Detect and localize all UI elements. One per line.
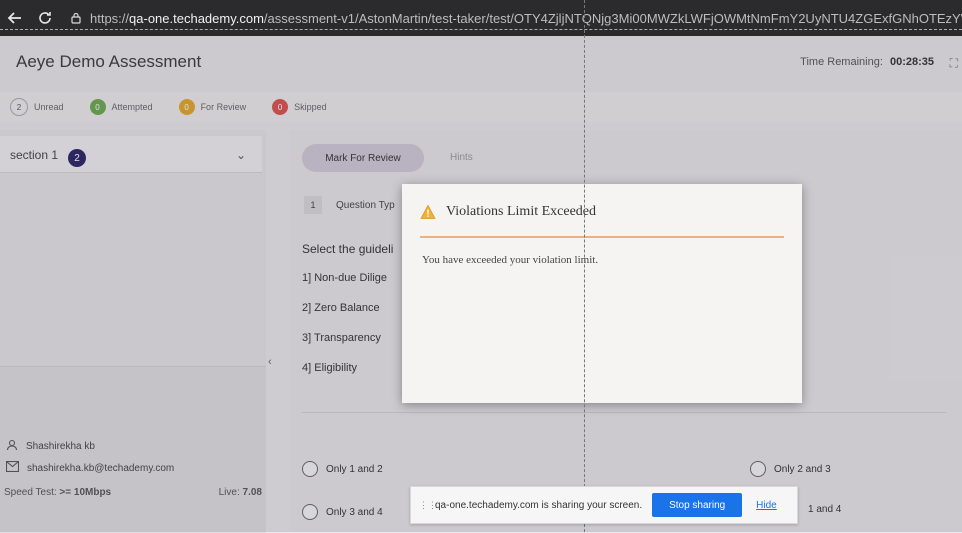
hide-link[interactable]: Hide	[756, 500, 777, 511]
drag-handle-icon[interactable]: ⋮⋮	[419, 500, 437, 511]
url-host: qa-one.techademy.com	[129, 10, 264, 26]
dialog-divider	[420, 236, 784, 238]
stop-sharing-button[interactable]: Stop sharing	[652, 493, 743, 517]
dialog-header: Violations Limit Exceeded	[420, 204, 596, 220]
screen-share-bar: ⋮⋮ qa-one.techademy.com is sharing your …	[410, 486, 798, 524]
address-bar[interactable]: https://qa-one.techademy.com/assessment-…	[64, 6, 962, 30]
dialog-title: Violations Limit Exceeded	[446, 204, 597, 219]
back-arrow-icon[interactable]	[0, 0, 30, 36]
warning-icon	[420, 204, 436, 220]
reload-icon[interactable]	[30, 0, 60, 36]
lock-icon	[70, 11, 82, 25]
url-path: /assessment-v1/AstonMartin/test-taker/te…	[263, 10, 962, 26]
dashed-guide-line	[584, 0, 585, 532]
share-status-text: qa-one.techademy.com is sharing your scr…	[435, 499, 643, 511]
url-scheme: https://	[90, 10, 130, 26]
dashed-guide-line	[0, 29, 962, 30]
violation-dialog: Violations Limit Exceeded You have excee…	[402, 184, 802, 403]
dialog-message: You have exceeded your violation limit.	[422, 254, 599, 266]
browser-toolbar: https://qa-one.techademy.com/assessment-…	[0, 0, 962, 36]
